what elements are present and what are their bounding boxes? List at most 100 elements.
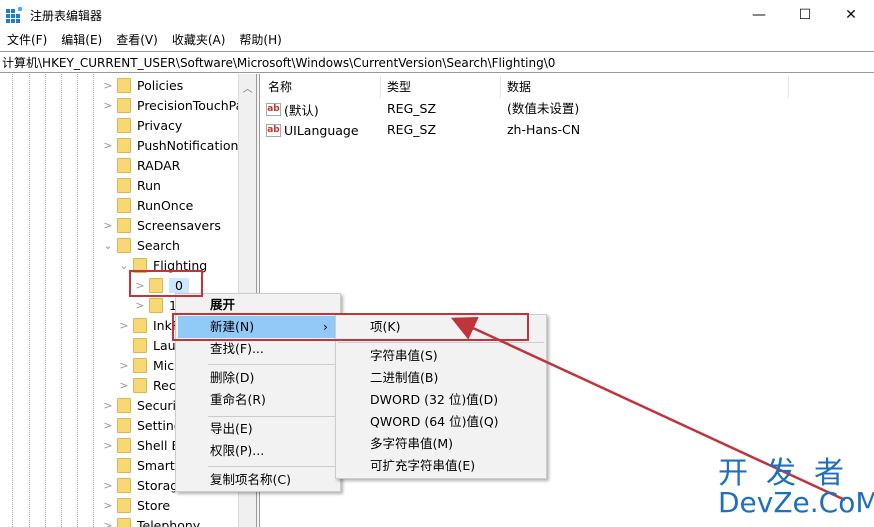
chevron-right-icon[interactable]: > (102, 99, 114, 112)
folder-icon (117, 177, 131, 193)
annotation-box-new-key (172, 313, 529, 341)
tree-item[interactable]: > Screensavers (102, 215, 221, 235)
tree-item[interactable]: > Mic (118, 355, 174, 375)
menu-item-copy-key-name[interactable]: 复制项名称(C) (178, 469, 338, 491)
chevron-right-icon[interactable]: > (102, 479, 114, 492)
chevron-right-icon[interactable]: > (102, 519, 114, 527)
menu-item-permissions[interactable]: 权限(P)... (178, 440, 338, 462)
menu-file[interactable]: 文件(F) (0, 30, 54, 50)
folder-icon (133, 357, 147, 373)
string-value-icon: ab (266, 102, 281, 116)
folder-icon (117, 497, 131, 513)
chevron-right-icon[interactable]: > (118, 359, 130, 372)
tree-item[interactable]: > Setting (102, 415, 182, 435)
value-name: (默认) (284, 102, 319, 118)
menu-edit[interactable]: 编辑(E) (54, 30, 109, 50)
folder-icon (117, 237, 131, 253)
tree-item-label: Privacy (137, 117, 183, 133)
tree-item[interactable]: > Rec (118, 375, 176, 395)
folder-icon (117, 417, 131, 433)
menu-item-rename[interactable]: 重命名(R) (178, 389, 338, 411)
submenu-item-expandable-string-value[interactable]: 可扩充字符串值(E) (336, 455, 546, 477)
chevron-right-icon[interactable]: > (118, 319, 130, 332)
folder-icon (117, 217, 131, 233)
submenu-item-qword-value[interactable]: QWORD (64 位)值(Q) (336, 411, 546, 433)
regedit-icon (6, 7, 22, 23)
folder-icon (117, 197, 131, 213)
chevron-right-icon[interactable]: > (134, 299, 146, 312)
minimize-button[interactable]: — (736, 0, 782, 30)
value-row[interactable]: ab UILanguage (266, 120, 359, 140)
maximize-icon: ☐ (798, 7, 812, 23)
window-title: 注册表编辑器 (30, 8, 103, 23)
column-header-type[interactable]: 类型 (387, 76, 411, 98)
menu-item-export[interactable]: 导出(E) (178, 418, 338, 440)
folder-icon (149, 297, 163, 313)
submenu-item-binary-value[interactable]: 二进制值(B) (336, 367, 546, 389)
menu-separator (338, 342, 544, 343)
chevron-right-icon[interactable]: > (102, 219, 114, 232)
chevron-right-icon[interactable]: > (102, 139, 114, 152)
tree-item-label: Store (137, 497, 171, 513)
tree-item-label: Mic (153, 357, 175, 373)
tree-item-label: PrecisionTouchPa (137, 97, 238, 113)
column-header-data[interactable]: 数据 (507, 76, 531, 98)
scroll-up-icon[interactable]: ︿ (239, 80, 256, 95)
maximize-button[interactable]: ☐ (782, 0, 828, 30)
tree-item[interactable]: Privacy (102, 115, 182, 135)
tree-item-label: Screensavers (137, 217, 221, 233)
chevron-right-icon[interactable]: > (102, 399, 114, 412)
value-row[interactable]: ab (默认) (266, 99, 319, 119)
title-bar: 注册表编辑器 — ☐ ✕ (0, 0, 874, 30)
folder-icon (117, 117, 131, 133)
menu-separator (208, 466, 336, 467)
submenu-item-multi-string-value[interactable]: 多字符串值(M) (336, 433, 546, 455)
chevron-right-icon[interactable]: > (118, 379, 130, 392)
watermark: 开发者 DevZe.CoM (718, 458, 874, 518)
menu-item-find[interactable]: 查找(F)... (178, 338, 338, 360)
menu-item-delete[interactable]: 删除(D) (178, 367, 338, 389)
tree-item-label: Telephony (137, 517, 201, 527)
close-button[interactable]: ✕ (828, 0, 874, 30)
tree-item[interactable]: SmartG (102, 455, 185, 475)
chevron-right-icon[interactable]: > (102, 499, 114, 512)
submenu-item-string-value[interactable]: 字符串值(S) (336, 345, 546, 367)
column-header-name[interactable]: 名称 (268, 76, 292, 98)
menu-view[interactable]: 查看(V) (109, 30, 165, 50)
folder-icon (117, 157, 131, 173)
tree-item-label: Shell E (137, 437, 180, 453)
chevron-right-icon[interactable]: > (102, 419, 114, 432)
tree-item[interactable]: > Shell E (102, 435, 179, 455)
address-path[interactable]: 计算机\HKEY_CURRENT_USER\Software\Microsoft… (2, 54, 555, 71)
value-name: UILanguage (284, 122, 359, 138)
chevron-down-icon[interactable]: ⌄ (102, 239, 114, 252)
tree-item[interactable]: >1 (134, 295, 177, 315)
tree-item[interactable]: > Storag (102, 475, 178, 495)
tree-item[interactable]: ⌄ Search (102, 235, 180, 255)
tree-item-label: RunOnce (137, 197, 194, 213)
tree-item-label: Rec (153, 377, 176, 393)
value-data: (数值未设置) (507, 101, 580, 116)
chevron-right-icon[interactable]: > (102, 79, 114, 92)
tree-item[interactable]: RADAR (102, 155, 180, 175)
address-bar[interactable]: 计算机\HKEY_CURRENT_USER\Software\Microsoft… (0, 51, 874, 73)
tree-item[interactable]: > Policies (102, 75, 183, 95)
tree-item[interactable]: > Store (102, 495, 170, 515)
tree-item[interactable]: > PrecisionTouchPa (102, 95, 238, 115)
tree-item[interactable]: Run (102, 175, 161, 195)
chevron-right-icon[interactable]: > (102, 439, 114, 452)
folder-icon (117, 77, 131, 93)
folder-icon (117, 517, 131, 527)
menu-separator (208, 364, 336, 365)
menu-bar: 文件(F) 编辑(E) 查看(V) 收藏夹(A) 帮助(H) (0, 30, 289, 50)
submenu-item-dword-value[interactable]: DWORD (32 位)值(D) (336, 389, 546, 411)
tree-item[interactable]: > PushNotifications (102, 135, 238, 155)
tree-item[interactable]: RunOnce (102, 195, 193, 215)
menu-favorites[interactable]: 收藏夹(A) (165, 30, 233, 50)
menu-help[interactable]: 帮助(H) (232, 30, 288, 50)
tree-item[interactable]: > Telephony (102, 515, 200, 527)
minimize-icon: — (752, 7, 766, 23)
watermark-line2: DevZe.CoM (718, 486, 874, 519)
tree-item[interactable]: > Securit (102, 395, 181, 415)
folder-icon (117, 97, 131, 113)
